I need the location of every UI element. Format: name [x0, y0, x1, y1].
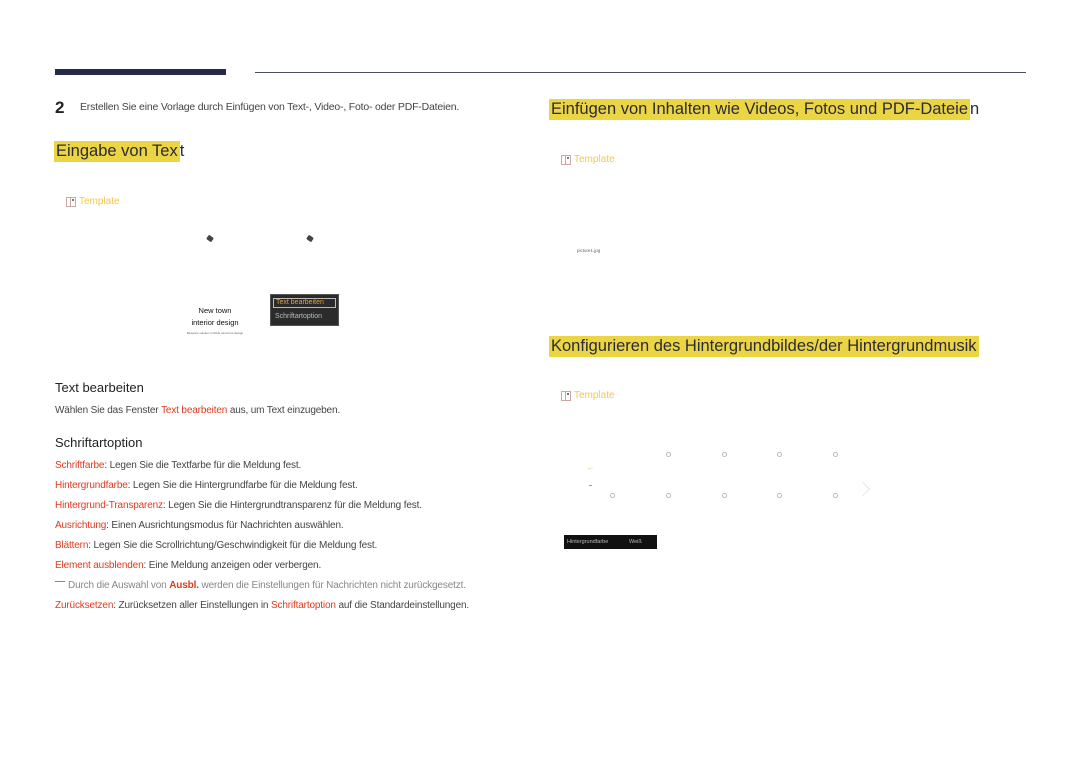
- thumbnail-icon[interactable]: [610, 493, 615, 498]
- file-label[interactable]: picture1.jpg: [577, 248, 600, 253]
- attachment-icon[interactable]: [206, 234, 214, 243]
- note-text: werden die Einstellungen für Nachrichten…: [198, 580, 466, 591]
- subheading-text-edit: Text bearbeiten: [55, 380, 144, 395]
- template-menu-item[interactable]: Template: [66, 196, 120, 207]
- thumbnail-icon[interactable]: [722, 452, 727, 457]
- reset-item: Zurücksetzen: Zurücksetzen aller Einstel…: [55, 600, 469, 611]
- thumbnail-icon[interactable]: [722, 493, 727, 498]
- template-label: Template: [79, 196, 120, 207]
- setting-value: Weiß: [629, 539, 642, 545]
- option-term: Schriftfarbe: [55, 460, 105, 471]
- thumbnail-icon[interactable]: [777, 452, 782, 457]
- header-rule: [255, 72, 1026, 73]
- option-term: Ausrichtung: [55, 520, 107, 531]
- note-dash-icon: [55, 581, 65, 582]
- step-text: Erstellen Sie eine Vorlage durch Einfüge…: [80, 101, 460, 113]
- section-title-insert-content: Einfügen von Inhalten wie Videos, Fotos …: [549, 99, 980, 120]
- section-title-background: Konfigurieren des Hintergrundbildes/der …: [549, 336, 979, 357]
- note-text: Durch die Auswahl von: [68, 580, 170, 591]
- section-title-highlight: Eingabe von Tex: [54, 141, 180, 162]
- header-accent-bar: [55, 69, 226, 75]
- thumbnail-icon[interactable]: [833, 452, 838, 457]
- desc-text: Wählen Sie das Fenster: [55, 405, 162, 416]
- attachment-icon[interactable]: [306, 234, 314, 243]
- reset-term: Zurücksetzen: [55, 600, 114, 611]
- dash-mark: [589, 485, 592, 486]
- desc-text: aus, um Text einzugeben.: [227, 405, 341, 416]
- template-menu-item[interactable]: Template: [561, 390, 615, 401]
- context-menu: Text bearbeiten Schriftartoption: [270, 294, 339, 326]
- option-item: Schriftfarbe: Legen Sie die Textfarbe fü…: [55, 460, 301, 471]
- option-term: Hintergrundfarbe: [55, 480, 128, 491]
- template-icon: [561, 390, 571, 401]
- option-desc: : Legen Sie die Hintergrundtransparenz f…: [162, 500, 422, 511]
- context-menu-item-text-edit[interactable]: Text bearbeiten: [273, 298, 336, 308]
- option-item: Hintergrundfarbe: Legen Sie die Hintergr…: [55, 480, 358, 491]
- section-title-highlight: Konfigurieren des Hintergrundbildes/der …: [549, 336, 979, 357]
- thumbnail-icon[interactable]: [833, 493, 838, 498]
- background-color-setting[interactable]: Hintergrundfarbe Weiß: [564, 535, 657, 549]
- text-edit-description: Wählen Sie das Fenster Text bearbeiten a…: [55, 405, 340, 416]
- thumbnail-icon[interactable]: [666, 452, 671, 457]
- setting-key: Hintergrundfarbe: [567, 539, 609, 545]
- option-term: Blättern: [55, 540, 89, 551]
- template-icon: [561, 154, 571, 165]
- section-title-tail: t: [179, 142, 185, 160]
- preview-caption: Bespoke solution unfolds tomorrow design: [186, 331, 244, 335]
- option-desc: : Legen Sie die Hintergrundfarbe für die…: [127, 480, 358, 491]
- option-term: Element ausblenden: [55, 560, 144, 571]
- thumbnail-icon[interactable]: [777, 493, 782, 498]
- preview-line-2: interior design: [191, 318, 239, 327]
- option-item: Blättern: Legen Sie die Scrollrichtung/G…: [55, 540, 377, 551]
- option-desc: : Eine Meldung anzeigen oder verbergen.: [143, 560, 322, 571]
- template-label: Template: [574, 154, 615, 165]
- thumbnail-icon[interactable]: [666, 493, 671, 498]
- reset-desc: auf die Standardeinstellungen.: [335, 600, 470, 611]
- option-desc: : Legen Sie die Scrollrichtung/Geschwind…: [88, 540, 378, 551]
- subheading-font-option: Schriftartoption: [55, 435, 143, 450]
- preview-line-1: New town: [198, 306, 232, 315]
- term-text-edit: Text bearbeiten: [161, 405, 228, 416]
- option-item: Hintergrund-Transparenz: Legen Sie die H…: [55, 500, 422, 511]
- reset-desc: : Zurücksetzen aller Einstellungen in: [113, 600, 271, 611]
- option-item: Element ausblenden: Eine Meldung anzeige…: [55, 560, 321, 571]
- option-desc: : Legen Sie die Textfarbe für die Meldun…: [104, 460, 302, 471]
- section-title-highlight: Einfügen von Inhalten wie Videos, Fotos …: [549, 99, 971, 120]
- preview-text[interactable]: New town interior design: [180, 305, 250, 329]
- note-term: Ausbl.: [169, 580, 199, 591]
- option-desc: : Einen Ausrichtungsmodus für Nachrichte…: [106, 520, 344, 531]
- section-title-tail: n: [970, 100, 980, 118]
- chevron-right-icon[interactable]: [855, 481, 871, 497]
- template-menu-item[interactable]: Template: [561, 154, 615, 165]
- option-item: Ausrichtung: Einen Ausrichtungsmodus für…: [55, 520, 344, 531]
- section-title-text-input: Eingabe von Tex t: [54, 141, 185, 162]
- back-arrow-icon[interactable]: ←: [586, 462, 595, 472]
- context-menu-item-font-option[interactable]: Schriftartoption: [275, 313, 322, 320]
- note: Durch die Auswahl von Ausbl. werden die …: [55, 580, 466, 591]
- template-icon: [66, 196, 76, 207]
- reset-link: Schriftartoption: [270, 600, 336, 611]
- option-term: Hintergrund-Transparenz: [55, 500, 163, 511]
- step-number: 2: [55, 98, 65, 117]
- template-label: Template: [574, 390, 615, 401]
